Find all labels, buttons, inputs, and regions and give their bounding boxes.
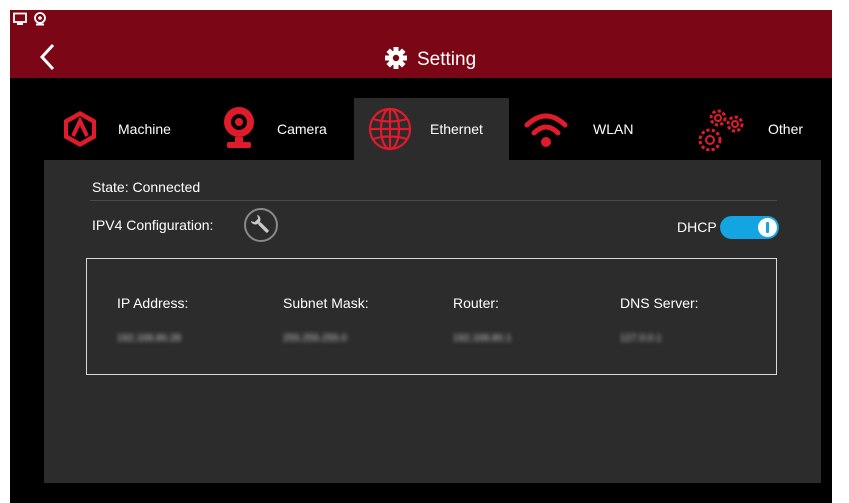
- tab-ethernet-label: Ethernet: [430, 121, 483, 137]
- ip-address-value: 192.168.80.28: [117, 333, 181, 344]
- connection-state: State: Connected: [92, 179, 201, 195]
- tab-wlan[interactable]: WLAN: [515, 98, 655, 160]
- toggle-knob: [758, 218, 777, 237]
- tab-other-label: Other: [768, 121, 804, 137]
- tab-machine[interactable]: Machine: [50, 98, 200, 160]
- tab-camera-label: Camera: [277, 121, 327, 137]
- ipv4-config-button[interactable]: [244, 208, 278, 242]
- router-label: Router:: [453, 295, 499, 311]
- divider: [90, 200, 777, 201]
- gear-icon: [385, 46, 407, 74]
- dhcp-label: DHCP: [677, 219, 717, 235]
- dns-server-label: DNS Server:: [620, 295, 699, 311]
- network-info-box: IP Address: 192.168.80.28 Subnet Mask: 2…: [86, 258, 777, 375]
- camera-icon: [221, 106, 257, 155]
- subnet-mask-label: Subnet Mask:: [283, 295, 369, 311]
- router-value: 192.168.80.1: [453, 333, 512, 344]
- page-title: Setting: [385, 46, 476, 74]
- globe-icon: [367, 106, 413, 157]
- subnet-mask-value: 255.255.255.0: [283, 333, 347, 344]
- monitor-icon: [13, 12, 27, 26]
- tab-ethernet[interactable]: Ethernet: [354, 98, 509, 160]
- gears-icon: [696, 106, 746, 159]
- machine-logo-icon: [62, 110, 98, 153]
- tab-wlan-label: WLAN: [593, 121, 634, 137]
- ethernet-panel: State: Connected IPV4 Configuration: DHC…: [44, 160, 821, 483]
- tab-machine-label: Machine: [118, 121, 171, 137]
- wrench-icon: [250, 214, 269, 233]
- dhcp-toggle[interactable]: [720, 216, 779, 239]
- settings-screen: Setting Machine Camera Ethernet WLAN Oth…: [10, 10, 832, 503]
- webcam-icon: [33, 12, 47, 26]
- tab-other[interactable]: Other: [690, 98, 830, 160]
- tab-camera[interactable]: Camera: [205, 98, 345, 160]
- title-text: Setting: [417, 49, 477, 70]
- ip-address-label: IP Address:: [117, 295, 189, 311]
- tab-bar: Machine Camera Ethernet WLAN Other: [10, 98, 832, 160]
- wifi-icon: [523, 110, 569, 155]
- dns-server-value: 127.0.0.1: [620, 333, 662, 344]
- header-bar: Setting: [10, 10, 832, 78]
- chevron-left-icon: [39, 43, 55, 71]
- ipv4-config-label: IPV4 Configuration:: [92, 217, 214, 233]
- back-button[interactable]: [36, 42, 60, 72]
